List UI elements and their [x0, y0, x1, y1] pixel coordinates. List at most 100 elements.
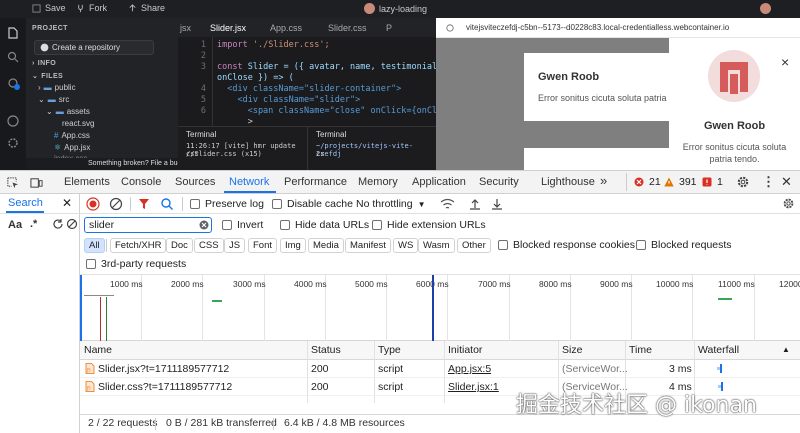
regex-button[interactable]: .*: [30, 218, 37, 230]
warnings-badge[interactable]: 391: [664, 176, 697, 188]
fork-button[interactable]: Fork: [76, 3, 107, 13]
sort-up-icon[interactable]: ▲: [782, 345, 790, 354]
tab-application[interactable]: Application: [412, 176, 466, 188]
checkbox[interactable]: [272, 199, 282, 209]
invert-checkbox[interactable]: Invert: [222, 219, 263, 231]
tree-item-app-css[interactable]: # App.css: [54, 131, 90, 140]
search-tab[interactable]: Search: [8, 197, 43, 209]
device-toolbar-icon[interactable]: [30, 176, 43, 189]
type-filter-css[interactable]: CSS: [194, 238, 224, 253]
gear-icon[interactable]: [736, 175, 750, 189]
network-conditions-icon[interactable]: [440, 197, 455, 211]
testimonial-card[interactable]: [524, 148, 669, 170]
export-har-icon[interactable]: [490, 197, 504, 211]
column-header-type[interactable]: Type: [378, 344, 401, 356]
checkbox[interactable]: [372, 220, 382, 230]
type-filter-ws[interactable]: WS: [393, 238, 419, 253]
files-header[interactable]: ⌄ FILES: [32, 72, 63, 81]
close-icon[interactable]: ×: [781, 54, 789, 70]
more-tabs-button[interactable]: »: [600, 173, 607, 188]
tab-elements[interactable]: Elements: [64, 176, 110, 188]
preserve-log-checkbox[interactable]: Preserve log: [190, 198, 264, 210]
tree-item-react-svg[interactable]: react.svg: [62, 119, 94, 128]
hide-extension-urls-checkbox[interactable]: Hide extension URLs: [372, 219, 486, 231]
bug-report-bar[interactable]: Something broken? File a bug!: [26, 158, 183, 170]
third-party-requests-checkbox[interactable]: 3rd-party requests: [86, 258, 186, 270]
project-title[interactable]: lazy-loading: [364, 3, 427, 14]
column-header-name[interactable]: Name: [84, 344, 112, 356]
column-header-initiator[interactable]: Initiator: [448, 344, 482, 356]
refresh-icon[interactable]: [52, 218, 64, 230]
type-filter-wasm[interactable]: Wasm: [418, 238, 455, 253]
type-filter-doc[interactable]: Doc: [166, 238, 193, 253]
tab-lighthouse[interactable]: Lighthouse: [541, 176, 595, 188]
filter-icon[interactable]: [137, 197, 151, 211]
kebab-menu-icon[interactable]: ⋮: [762, 174, 775, 190]
clear-filter-icon[interactable]: [199, 220, 209, 230]
terminal-panel-1[interactable]: Terminal 11:26:17 [vite] hmr update /sr …: [178, 126, 307, 170]
checkbox[interactable]: [280, 220, 290, 230]
editor-tab-active[interactable]: Slider.jsx: [210, 23, 246, 33]
create-repository-button[interactable]: Create a repository: [34, 40, 154, 55]
network-overview-timeline[interactable]: 1000 ms 2000 ms 3000 ms 4000 ms 5000 ms …: [80, 274, 800, 342]
extensions-icon[interactable]: [6, 76, 20, 90]
initiator-link[interactable]: Slider.jsx:1: [448, 381, 499, 393]
type-filter-other[interactable]: Other: [457, 238, 491, 253]
close-search-icon[interactable]: ✕: [62, 196, 72, 210]
column-header-status[interactable]: Status: [311, 344, 341, 356]
disable-cache-checkbox[interactable]: Disable cache: [272, 198, 353, 210]
editor-tab[interactable]: P: [386, 23, 392, 33]
filter-input[interactable]: slider: [84, 217, 212, 233]
gear-icon[interactable]: [782, 197, 795, 210]
type-filter-img[interactable]: Img: [280, 238, 306, 253]
save-button[interactable]: Save: [32, 3, 66, 13]
match-case-button[interactable]: Aa: [8, 219, 22, 231]
tab-security[interactable]: Security: [479, 176, 519, 188]
help-icon[interactable]: [6, 114, 20, 128]
import-har-icon[interactable]: [468, 197, 482, 211]
checkbox[interactable]: [636, 240, 646, 250]
inspect-element-icon[interactable]: [6, 176, 19, 189]
clear-icon[interactable]: [66, 218, 78, 230]
errors-badge[interactable]: 21: [634, 176, 661, 188]
testimonial-card[interactable]: Gwen Roob Error sonitus cicuta soluta pa…: [524, 53, 669, 121]
checkbox[interactable]: [86, 259, 96, 269]
editor-tab[interactable]: Slider.css: [328, 23, 367, 33]
tree-item-app-jsx[interactable]: ⚛ App.jsx: [54, 143, 90, 152]
close-icon[interactable]: ✕: [781, 174, 792, 190]
type-filter-all[interactable]: All: [84, 238, 105, 253]
tree-item-public[interactable]: › ▬ public: [38, 83, 76, 92]
initiator-link[interactable]: App.jsx:5: [448, 363, 491, 375]
tree-item-assets[interactable]: ⌄ ▬ assets: [46, 107, 90, 116]
checkbox[interactable]: [190, 199, 200, 209]
table-row[interactable]: JS Slider.jsx?t=1711189577712 200 script…: [80, 360, 800, 378]
column-header-size[interactable]: Size: [562, 344, 582, 356]
checkbox[interactable]: [498, 240, 508, 250]
tree-item-src[interactable]: ⌄ ▬ src: [38, 95, 69, 104]
editor-tab[interactable]: App.css: [270, 23, 302, 33]
blocked-requests-checkbox[interactable]: Blocked requests: [636, 239, 732, 251]
share-button[interactable]: Share: [128, 3, 165, 13]
issues-badge[interactable]: 1: [702, 176, 723, 188]
clear-log-icon[interactable]: [109, 197, 123, 211]
tab-sources[interactable]: Sources: [175, 176, 215, 188]
search-icon[interactable]: [160, 197, 174, 211]
info-header[interactable]: › INFO: [32, 60, 56, 67]
editor-tab[interactable]: jsx: [180, 23, 191, 33]
record-icon[interactable]: [86, 197, 100, 211]
blocked-response-cookies-checkbox[interactable]: Blocked response cookies: [498, 239, 635, 251]
column-header-waterfall[interactable]: Waterfall: [698, 344, 739, 356]
type-filter-font[interactable]: Font: [248, 238, 278, 253]
tab-performance[interactable]: Performance: [284, 176, 347, 188]
search-icon[interactable]: [6, 50, 20, 64]
hide-data-urls-checkbox[interactable]: Hide data URLs: [280, 219, 369, 231]
type-filter-manifest[interactable]: Manifest: [345, 238, 391, 253]
column-header-time[interactable]: Time: [629, 344, 652, 356]
tab-memory[interactable]: Memory: [358, 176, 398, 188]
settings-icon[interactable]: [6, 136, 20, 150]
preview-url[interactable]: vitejsviteczefdj-c5bn--5173--d0228c83.lo…: [466, 23, 729, 32]
files-icon[interactable]: [6, 26, 20, 40]
type-filter-js[interactable]: JS: [224, 238, 246, 253]
user-avatar[interactable]: [760, 3, 771, 14]
throttling-select[interactable]: No throttling ▼: [356, 198, 426, 210]
